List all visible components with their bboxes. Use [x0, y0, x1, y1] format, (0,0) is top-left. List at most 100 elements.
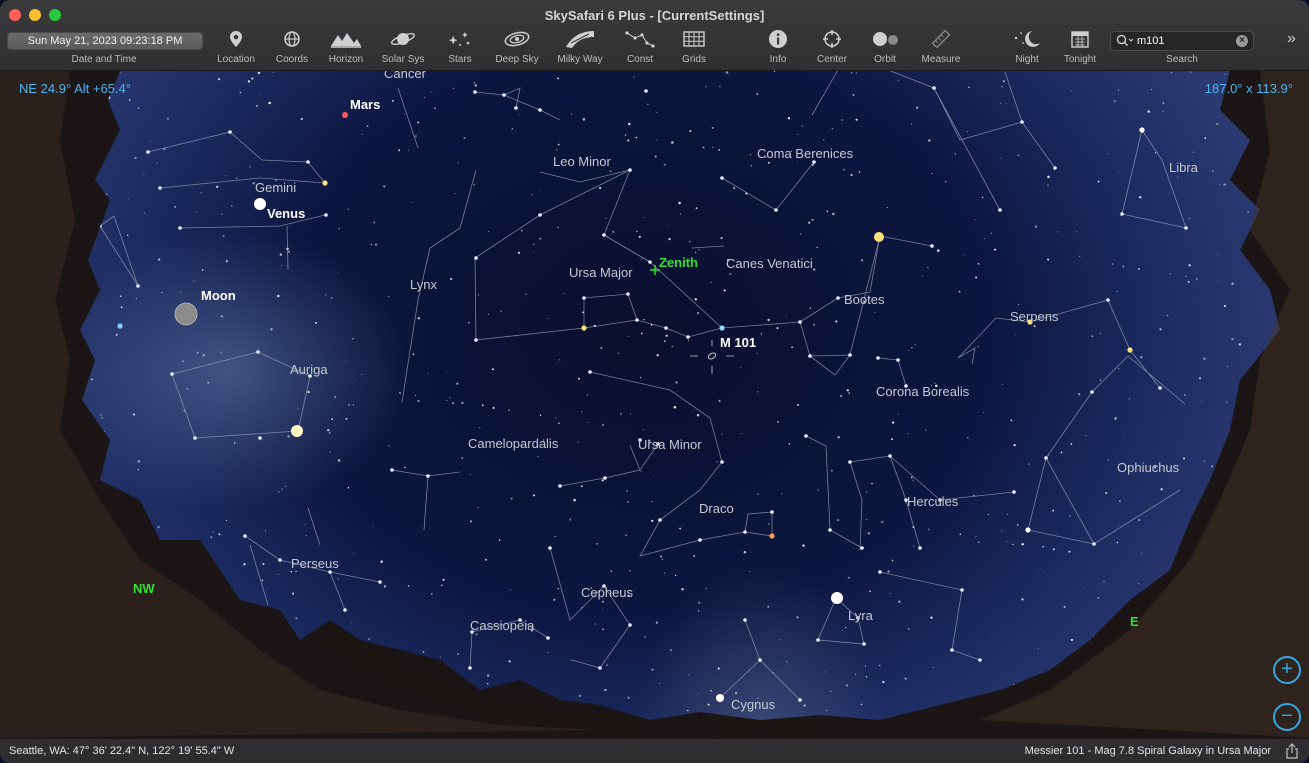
star[interactable]	[343, 608, 347, 612]
star[interactable]	[1090, 390, 1094, 394]
const-button[interactable]: Const	[610, 28, 670, 65]
star[interactable]	[474, 256, 478, 260]
stars-button[interactable]: Stars	[430, 28, 490, 65]
deep-sky-button[interactable]: Deep Sky	[487, 28, 547, 65]
star[interactable]	[1184, 226, 1188, 230]
star[interactable]	[502, 93, 506, 97]
venus-label[interactable]: Venus	[267, 206, 305, 221]
horizon-button[interactable]: Horizon	[316, 28, 376, 65]
constellation-label[interactable]: Lynx	[410, 277, 437, 292]
star[interactable]	[998, 208, 1002, 212]
star[interactable]	[635, 318, 639, 322]
star[interactable]	[628, 168, 632, 172]
star[interactable]	[146, 150, 150, 154]
star[interactable]	[258, 436, 262, 440]
constellation-label[interactable]: Ophiuchus	[1117, 460, 1179, 475]
search-input[interactable]: m101	[1137, 35, 1165, 47]
location-button[interactable]: Location	[206, 28, 266, 65]
constellation-label[interactable]: Bootes	[844, 292, 884, 307]
zoom-in-button[interactable]: +	[1273, 656, 1301, 684]
star[interactable]	[950, 648, 954, 652]
solar-sys-button[interactable]: Solar Sys	[373, 28, 433, 65]
moon-label[interactable]: Moon	[201, 288, 236, 303]
vega-star[interactable]	[831, 592, 843, 604]
star[interactable]	[628, 623, 632, 627]
star[interactable]	[581, 325, 587, 331]
constellation-label[interactable]: Serpens	[1010, 309, 1058, 324]
star[interactable]	[473, 90, 477, 94]
grids-button[interactable]: Grids	[664, 28, 724, 65]
night-button[interactable]: Night	[997, 28, 1057, 65]
star[interactable]	[720, 460, 724, 464]
star[interactable]	[1106, 298, 1110, 302]
star[interactable]	[136, 284, 140, 288]
arcturus-star[interactable]	[874, 232, 884, 242]
star[interactable]	[798, 320, 802, 324]
star[interactable]	[598, 666, 602, 670]
star[interactable]	[644, 89, 648, 93]
tonight-button[interactable]: Tonight	[1050, 28, 1110, 65]
deneb-star[interactable]	[716, 694, 724, 702]
double-chevron-icon[interactable]: »	[1287, 30, 1296, 48]
mars-label[interactable]: Mars	[350, 97, 380, 112]
zoom-out-button[interactable]: −	[1273, 703, 1301, 731]
clear-search-icon[interactable]: ×	[1236, 35, 1248, 47]
star[interactable]	[888, 454, 892, 458]
star[interactable]	[918, 546, 922, 550]
star[interactable]	[306, 160, 310, 164]
star[interactable]	[1053, 166, 1057, 170]
star[interactable]	[686, 335, 690, 339]
mars-marker[interactable]	[342, 112, 348, 118]
star[interactable]	[848, 460, 852, 464]
share-icon[interactable]	[1285, 743, 1299, 759]
center-button[interactable]: Center	[802, 28, 862, 65]
star[interactable]	[774, 208, 778, 212]
star[interactable]	[960, 588, 964, 592]
star[interactable]	[1092, 542, 1096, 546]
star[interactable]	[1025, 527, 1031, 533]
constellation-label[interactable]: Auriga	[290, 362, 328, 377]
star[interactable]	[514, 106, 518, 110]
star[interactable]	[378, 580, 382, 584]
star[interactable]	[770, 510, 774, 514]
star[interactable]	[538, 108, 542, 112]
constellation-label[interactable]: Leo Minor	[553, 154, 611, 169]
constellation-label[interactable]: Libra	[1169, 160, 1198, 175]
star[interactable]	[582, 296, 586, 300]
star[interactable]	[1020, 120, 1024, 124]
star[interactable]	[664, 326, 668, 330]
star[interactable]	[158, 186, 162, 190]
star[interactable]	[558, 484, 562, 488]
star[interactable]	[256, 350, 260, 354]
star[interactable]	[648, 260, 652, 264]
star[interactable]	[548, 546, 552, 550]
star[interactable]	[324, 213, 328, 217]
info-button[interactable]: Info	[748, 28, 808, 65]
milky-way-button[interactable]: Milky Way	[550, 28, 610, 65]
star[interactable]	[588, 370, 592, 374]
constellation-label[interactable]: Cepheus	[581, 585, 633, 600]
star[interactable]	[860, 546, 864, 550]
star[interactable]	[1127, 347, 1133, 353]
star[interactable]	[798, 698, 802, 702]
star[interactable]	[836, 296, 840, 300]
star[interactable]	[193, 436, 197, 440]
star[interactable]	[1139, 127, 1145, 133]
star[interactable]	[1012, 490, 1016, 494]
star[interactable]	[178, 226, 182, 230]
constellation-label[interactable]: Camelopardalis	[468, 436, 558, 451]
star[interactable]	[602, 233, 606, 237]
constellation-label[interactable]: Corona Borealis	[876, 384, 969, 399]
coords-button[interactable]: Coords	[262, 28, 322, 65]
search-field[interactable]: m101 ×	[1110, 31, 1254, 51]
star[interactable]	[117, 323, 123, 329]
star[interactable]	[878, 570, 882, 574]
moon-marker[interactable]	[174, 302, 198, 326]
star[interactable]	[170, 372, 174, 376]
star[interactable]	[804, 434, 808, 438]
star[interactable]	[278, 558, 282, 562]
star[interactable]	[426, 474, 430, 478]
star[interactable]	[698, 538, 702, 542]
m101-label[interactable]: M 101	[720, 335, 756, 350]
star[interactable]	[626, 292, 630, 296]
